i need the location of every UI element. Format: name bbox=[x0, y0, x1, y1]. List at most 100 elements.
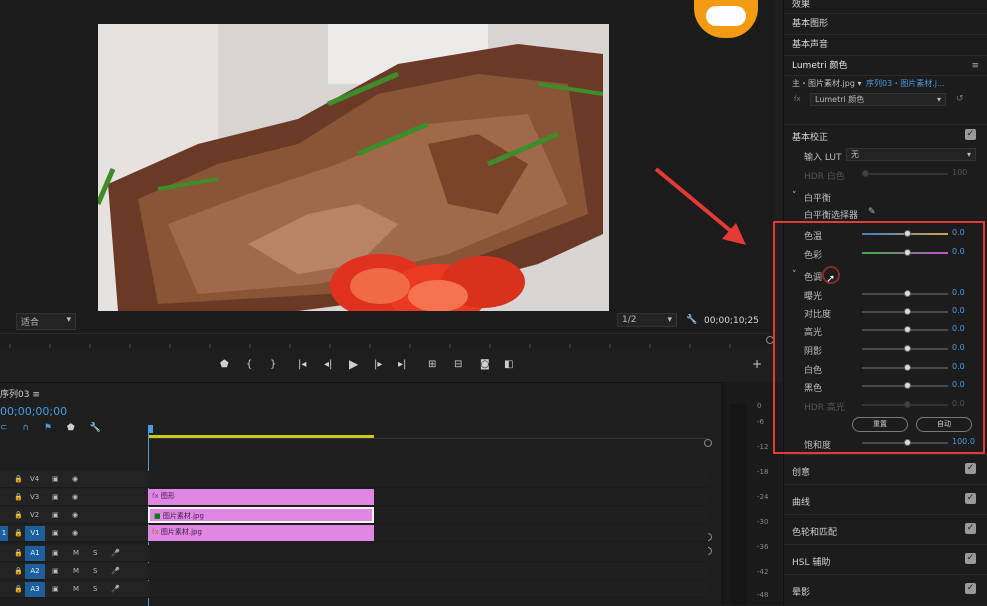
hdr-white-value[interactable]: 100 bbox=[952, 168, 967, 177]
track-v3[interactable]: fx 图形 bbox=[148, 489, 708, 506]
track-name[interactable]: V3 bbox=[30, 493, 39, 501]
source-sequence[interactable]: 序列03・图片素材.j... bbox=[866, 79, 945, 88]
overwrite-icon[interactable]: ⊟ bbox=[454, 359, 462, 370]
solo-icon[interactable]: S bbox=[93, 567, 97, 575]
track-target[interactable]: V1 bbox=[25, 526, 45, 541]
in-point-icon[interactable]: { bbox=[246, 359, 252, 370]
monitor-ruler[interactable] bbox=[0, 333, 774, 348]
eyedropper-icon[interactable]: ✎ bbox=[868, 207, 876, 217]
section-creative[interactable]: 创意 ✓ bbox=[784, 454, 987, 484]
section-hsl-secondary[interactable]: HSL 辅助 ✓ bbox=[784, 544, 987, 574]
sequence-tab[interactable]: 序列03 ≡ bbox=[0, 387, 40, 400]
track-v2[interactable]: ■ 图片素材.jpg bbox=[148, 507, 708, 524]
film-icon[interactable]: ▣ bbox=[52, 475, 59, 483]
enable-checkbox[interactable]: ✓ bbox=[965, 129, 976, 140]
clip-image-v2[interactable]: ■ 图片素材.jpg bbox=[148, 507, 374, 523]
panel-item-essential-sound[interactable]: 基本声音 bbox=[784, 35, 987, 56]
wrench-icon[interactable]: 🔧 bbox=[686, 315, 697, 325]
settings-wrench-icon[interactable]: 🔧 bbox=[90, 423, 101, 433]
resolution-select[interactable]: 1/2 ▾ bbox=[617, 313, 677, 327]
panel-menu-icon[interactable]: ≡ bbox=[971, 56, 979, 76]
film-icon[interactable]: ▣ bbox=[52, 585, 59, 593]
play-icon[interactable]: ▶ bbox=[349, 357, 358, 371]
reset-effect-icon[interactable]: ↺ bbox=[956, 94, 964, 104]
mute-icon[interactable]: M bbox=[73, 567, 79, 575]
compare-icon[interactable]: ◧ bbox=[504, 359, 513, 370]
film-icon[interactable]: ▣ bbox=[52, 511, 59, 519]
lock-icon[interactable]: 🔒 bbox=[14, 549, 23, 557]
section-vignette[interactable]: 晕影 ✓ bbox=[784, 574, 987, 604]
track-a3[interactable] bbox=[148, 581, 708, 598]
step-forward-icon[interactable]: |▸ bbox=[374, 359, 382, 370]
basic-correction-header[interactable]: 基本校正 ✓ bbox=[784, 124, 987, 144]
add-button-icon[interactable]: + bbox=[752, 357, 762, 371]
timeline-ruler[interactable] bbox=[148, 425, 708, 439]
mic-icon[interactable]: 🎤 bbox=[111, 585, 120, 593]
snap-icon[interactable]: ⊂ bbox=[0, 423, 8, 433]
eye-icon[interactable]: ◉ bbox=[72, 475, 78, 483]
solo-icon[interactable]: S bbox=[93, 549, 97, 557]
marker-icon[interactable]: ⬟ bbox=[67, 423, 75, 433]
source-master[interactable]: 主・图片素材.jpg bbox=[792, 79, 855, 88]
timeline-timecode[interactable]: 00;00;00;00 bbox=[0, 405, 67, 418]
panel-item-essential-graphics[interactable]: 基本图形 bbox=[784, 14, 987, 35]
add-marker-icon[interactable]: ⚑ bbox=[44, 423, 52, 433]
enable-checkbox[interactable]: ✓ bbox=[965, 583, 976, 594]
track-v4[interactable] bbox=[148, 471, 708, 488]
track-name[interactable]: V2 bbox=[30, 511, 39, 519]
film-icon[interactable]: ▣ bbox=[52, 529, 59, 537]
section-curves[interactable]: 曲线 ✓ bbox=[784, 484, 987, 514]
eye-icon[interactable]: ◉ bbox=[72, 529, 78, 537]
lock-icon[interactable]: 🔒 bbox=[14, 511, 23, 519]
effect-select[interactable]: Lumetri 颜色 ▾ bbox=[810, 93, 946, 106]
source-patch[interactable]: 1 bbox=[0, 526, 8, 541]
hdr-white-slider[interactable] bbox=[862, 170, 948, 177]
track-target[interactable]: A3 bbox=[25, 582, 45, 597]
fit-select[interactable]: 适合 ▾ bbox=[16, 313, 76, 330]
lumetri-tab[interactable]: Lumetri 颜色 ≡ bbox=[784, 56, 987, 76]
mic-icon[interactable]: 🎤 bbox=[111, 549, 120, 557]
track-v1[interactable]: fx 图片素材.jpg bbox=[148, 525, 708, 542]
slider-knob[interactable] bbox=[862, 170, 869, 177]
go-to-in-icon[interactable]: |◂ bbox=[298, 359, 306, 370]
eye-icon[interactable]: ◉ bbox=[72, 511, 78, 519]
lock-icon[interactable]: 🔒 bbox=[14, 585, 23, 593]
track-a1[interactable] bbox=[148, 545, 708, 562]
out-point-icon[interactable]: } bbox=[270, 359, 276, 370]
enable-checkbox[interactable]: ✓ bbox=[965, 493, 976, 504]
film-icon[interactable]: ▣ bbox=[52, 549, 59, 557]
lock-icon[interactable]: 🔒 bbox=[14, 475, 23, 483]
mute-icon[interactable]: M bbox=[73, 549, 79, 557]
export-frame-icon[interactable]: ◙ bbox=[480, 359, 490, 370]
solo-icon[interactable]: S bbox=[93, 585, 97, 593]
step-back-icon[interactable]: ◂| bbox=[324, 359, 332, 370]
mic-icon[interactable]: 🎤 bbox=[111, 567, 120, 575]
film-icon[interactable]: ▣ bbox=[52, 567, 59, 575]
track-name[interactable]: V4 bbox=[30, 475, 39, 483]
clip-graphic[interactable]: fx 图形 bbox=[148, 489, 374, 505]
enable-checkbox[interactable]: ✓ bbox=[965, 463, 976, 474]
chevron-down-icon[interactable]: ˅ bbox=[792, 191, 797, 201]
track-target[interactable]: A2 bbox=[25, 564, 45, 579]
panel-item-effects[interactable]: 效果 bbox=[784, 0, 987, 14]
enable-checkbox[interactable]: ✓ bbox=[965, 553, 976, 564]
insert-icon[interactable]: ⊞ bbox=[428, 359, 436, 370]
track-a2[interactable] bbox=[148, 563, 708, 580]
eye-icon[interactable]: ◉ bbox=[72, 493, 78, 501]
linked-selection-icon[interactable]: ∩ bbox=[22, 423, 29, 433]
go-to-out-icon[interactable]: ▸| bbox=[398, 359, 406, 370]
film-icon[interactable]: ▣ bbox=[52, 493, 59, 501]
lock-icon[interactable]: 🔒 bbox=[14, 493, 23, 501]
section-color-wheels[interactable]: 色轮和匹配 ✓ bbox=[784, 514, 987, 544]
enable-checkbox[interactable]: ✓ bbox=[965, 523, 976, 534]
lock-icon[interactable]: 🔒 bbox=[14, 567, 23, 575]
track-target[interactable]: A1 bbox=[25, 546, 45, 561]
mute-icon[interactable]: M bbox=[73, 585, 79, 593]
marker-icon[interactable]: ⬟ bbox=[220, 359, 229, 370]
input-lut-select[interactable]: 无 ▾ bbox=[846, 148, 976, 161]
timeline-scroll-handle[interactable] bbox=[704, 439, 712, 447]
lock-icon[interactable]: 🔒 bbox=[14, 529, 23, 537]
white-balance-header[interactable]: ˅ 白平衡 bbox=[784, 187, 987, 204]
work-area-bar[interactable] bbox=[148, 435, 374, 438]
clip-image-v1[interactable]: fx 图片素材.jpg bbox=[148, 525, 374, 541]
